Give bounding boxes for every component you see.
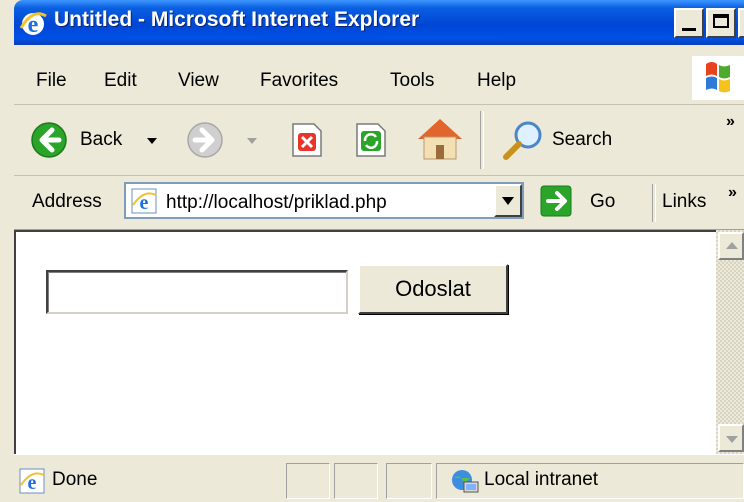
menu-view[interactable]: View — [178, 70, 219, 92]
toolbar-overflow-chevron[interactable]: » — [726, 113, 735, 131]
vertical-scrollbar[interactable] — [716, 230, 744, 454]
address-dropdown-button[interactable] — [494, 184, 522, 217]
text-input[interactable] — [46, 270, 348, 314]
down-arrow-icon — [726, 436, 738, 443]
toolbar-separator — [480, 111, 484, 169]
scroll-up-button[interactable] — [718, 232, 744, 260]
address-bar: Address e http://localhost/priklad.php G… — [14, 176, 744, 230]
address-value: http://localhost/priklad.php — [166, 192, 387, 213]
maximize-icon — [713, 14, 729, 28]
address-separator — [652, 184, 656, 222]
links-button[interactable]: Links — [662, 191, 706, 213]
back-dropdown-icon[interactable] — [146, 137, 158, 145]
search-button[interactable]: Search — [496, 117, 646, 163]
minimize-button[interactable] — [674, 8, 704, 38]
home-icon[interactable] — [414, 113, 466, 163]
menu-file[interactable]: File — [36, 70, 67, 92]
status-pane — [286, 463, 330, 499]
maximize-button[interactable] — [706, 8, 736, 38]
refresh-icon[interactable] — [354, 121, 388, 159]
back-button[interactable]: Back — [20, 117, 168, 163]
status-pane — [386, 463, 432, 499]
submit-button[interactable]: Odoslat — [358, 264, 508, 314]
window-title: Untitled - Microsoft Internet Explorer — [54, 8, 420, 31]
title-bar[interactable]: e Untitled - Microsoft Internet Explorer… — [14, 0, 744, 45]
search-label: Search — [552, 129, 613, 150]
forward-dropdown-icon[interactable] — [246, 137, 258, 145]
ie-logo-icon: e — [19, 12, 47, 38]
windows-logo-icon — [692, 56, 744, 100]
scroll-down-button[interactable] — [718, 424, 744, 452]
menu-help[interactable]: Help — [477, 70, 516, 92]
close-button[interactable]: × — [738, 8, 744, 38]
menu-edit[interactable]: Edit — [104, 70, 137, 92]
menu-tools[interactable]: Tools — [390, 70, 434, 92]
zone-text: Local intranet — [484, 469, 599, 490]
page-done-icon: e — [19, 468, 45, 494]
go-icon[interactable] — [540, 185, 572, 217]
search-icon — [503, 121, 542, 160]
browser-window: e Untitled - Microsoft Internet Explorer… — [0, 0, 744, 502]
stop-icon[interactable] — [290, 121, 324, 159]
back-label: Back — [80, 129, 123, 150]
page-icon: e — [131, 188, 157, 214]
up-arrow-icon — [726, 242, 738, 249]
menu-bar: File Edit View Favorites Tools Help — [14, 46, 744, 105]
links-overflow-chevron[interactable]: » — [728, 184, 737, 202]
minimize-icon — [682, 28, 696, 31]
go-button[interactable]: Go — [590, 191, 615, 213]
forward-icon — [187, 122, 223, 158]
back-icon — [31, 122, 67, 158]
local-intranet-icon — [452, 470, 479, 493]
address-input[interactable]: e http://localhost/priklad.php — [124, 182, 524, 219]
dropdown-arrow-icon — [502, 197, 514, 205]
address-label: Address — [32, 191, 102, 212]
forward-button[interactable] — [180, 117, 268, 163]
status-text: Done — [52, 469, 98, 490]
status-pane — [334, 463, 378, 499]
menu-favorites[interactable]: Favorites — [260, 70, 338, 92]
page-content: Odoslat — [14, 230, 716, 454]
standard-toolbar: Back Search » — [14, 105, 744, 176]
status-bar: e Done Local intranet — [14, 454, 744, 502]
